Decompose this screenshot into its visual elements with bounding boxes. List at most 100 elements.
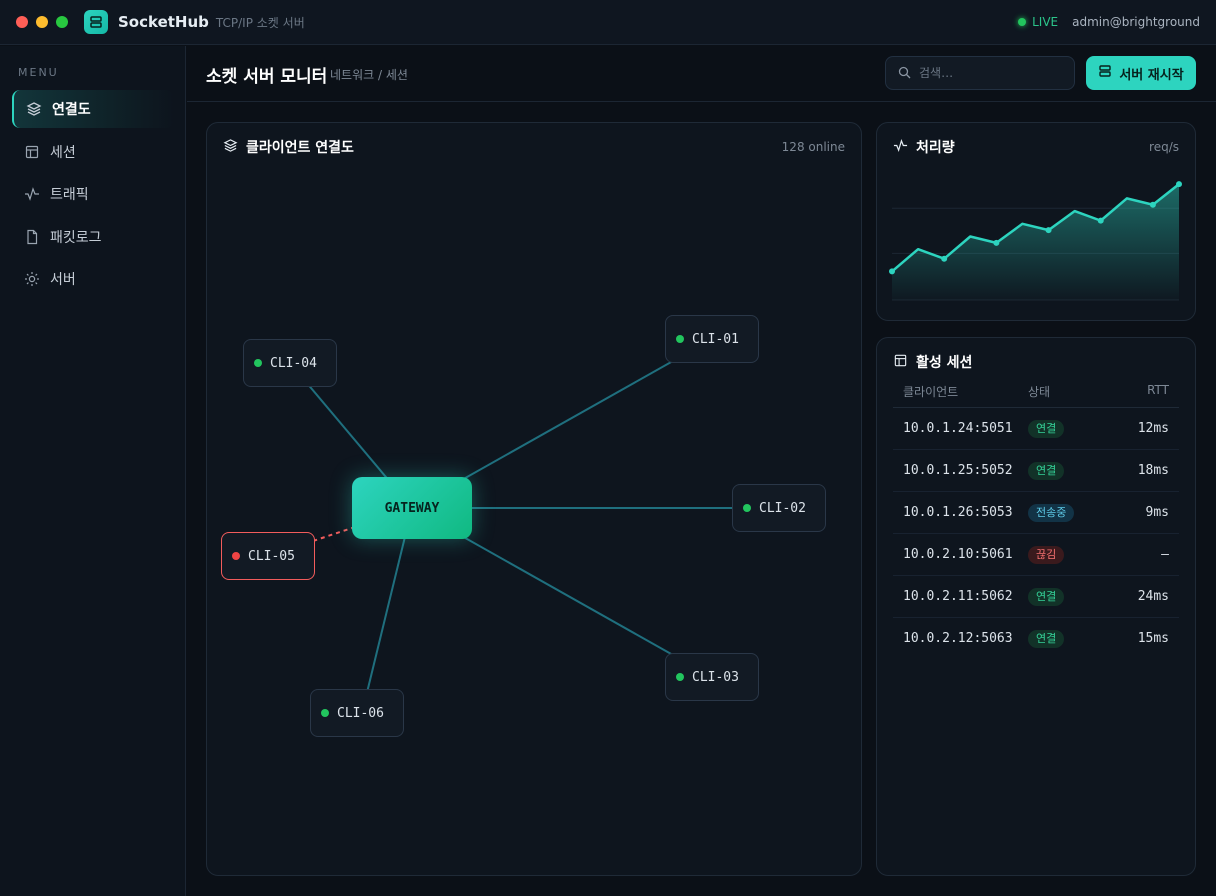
client-node-label: CLI-02 — [759, 500, 806, 516]
table-row[interactable]: 10.0.1.25:5052 연결 18ms — [893, 450, 1179, 492]
sidebar-item-packet-log[interactable]: 패킷로그 — [12, 218, 174, 256]
throughput-panel: 처리량 req/s — [876, 122, 1196, 321]
sessions-title-text: 활성 세션 — [916, 355, 973, 371]
status-badge: 끊김 — [1028, 546, 1065, 564]
table-row[interactable]: 10.0.2.11:5062 연결 24ms — [893, 576, 1179, 618]
session-address: 10.0.2.12:5063 — [903, 631, 1013, 646]
topology-panel: 클라이언트 연결도 128 online GATEWAY CLI-01 CLI-… — [206, 122, 862, 876]
session-rtt: — — [1161, 547, 1169, 562]
sidebar-item-server[interactable]: 서버 — [12, 260, 174, 298]
sidebar-item-label: 서버 — [50, 272, 76, 288]
close-window-button[interactable] — [16, 16, 28, 28]
active-sessions-panel: 활성 세션 클라이언트 상태 RTT 10.0.1.24:5051 연결 12ms 1… — [876, 337, 1196, 876]
sidebar-item-topology[interactable]: 연결도 — [12, 90, 174, 128]
status-dot-icon — [254, 359, 262, 367]
client-node[interactable]: CLI-03 — [665, 653, 759, 701]
status-badge: 전송중 — [1028, 504, 1075, 522]
throughput-point[interactable] — [993, 239, 1000, 246]
client-node[interactable]: CLI-06 — [310, 689, 404, 737]
throughput-chart — [889, 181, 1182, 301]
app-subtitle: TCP/IP 소켓 서버 — [215, 15, 305, 30]
status-dot-icon — [676, 335, 684, 343]
sessions-table-body: 10.0.1.24:5051 연결 12ms 10.0.1.25:5052 연결 18ms… — [893, 408, 1179, 660]
sessions-table-header: 클라이언트 상태 RTT — [893, 380, 1179, 408]
pulse-icon — [24, 186, 40, 202]
client-node-label: CLI-04 — [270, 355, 317, 371]
server-icon — [1098, 64, 1112, 82]
table-icon — [24, 144, 40, 160]
app-name: SocketHub — [118, 13, 209, 31]
breadcrumb[interactable]: 네트워크 / 세션 — [330, 66, 408, 83]
sidebar-item-traffic[interactable]: 트래픽 — [12, 175, 174, 213]
restart-server-button[interactable]: 서버 재시작 — [1086, 56, 1196, 90]
gateway-node[interactable]: GATEWAY — [352, 477, 472, 539]
table-row[interactable]: 10.0.1.26:5053 전송중 9ms — [893, 492, 1179, 534]
server-logo-icon — [84, 10, 108, 34]
status-badge: 연결 — [1028, 588, 1065, 606]
table-icon — [893, 353, 908, 372]
session-rtt: 24ms — [1137, 589, 1169, 604]
session-rtt: 15ms — [1137, 631, 1169, 646]
throughput-point[interactable] — [1045, 227, 1052, 234]
throughput-point[interactable] — [1176, 181, 1182, 188]
column-header-status[interactable]: 상태 — [1028, 383, 1050, 400]
search-input[interactable] — [919, 66, 1059, 80]
file-icon — [24, 229, 40, 245]
client-node[interactable]: CLI-02 — [732, 484, 826, 532]
table-row[interactable]: 10.0.1.24:5051 연결 12ms — [893, 408, 1179, 450]
restart-button-label: 서버 재시작 — [1119, 67, 1184, 83]
column-header-client[interactable]: 클라이언트 — [903, 383, 958, 400]
throughput-point[interactable] — [1149, 201, 1156, 208]
live-dot-icon — [1018, 18, 1027, 26]
session-rtt: 18ms — [1137, 463, 1169, 478]
menu-label: MENU — [18, 66, 59, 79]
sidebar-item-label: 세션 — [50, 144, 76, 161]
client-node-disconnected[interactable]: CLI-05 — [221, 532, 315, 580]
session-address: 10.0.1.26:5053 — [903, 505, 1013, 520]
sun-gear-icon — [24, 271, 40, 287]
sidebar: MENU 연결도 세션 트래픽 패킷로그 서버 — [0, 46, 186, 896]
search-box[interactable] — [885, 56, 1075, 90]
table-row[interactable]: 10.0.2.12:5063 연결 15ms — [893, 618, 1179, 660]
session-rtt: 12ms — [1137, 421, 1169, 436]
client-node-label: CLI-06 — [337, 705, 384, 721]
session-address: 10.0.1.25:5052 — [903, 463, 1013, 478]
status-badge: 연결 — [1028, 462, 1065, 480]
status-dot-icon — [321, 709, 329, 717]
layers-icon — [26, 101, 42, 117]
page-title: 소켓 서버 모니터 — [206, 67, 328, 87]
status-dot-icon — [232, 552, 240, 560]
sidebar-item-label: 연결도 — [52, 102, 91, 118]
client-node-label: CLI-01 — [692, 331, 739, 347]
sidebar-item-label: 패킷로그 — [50, 229, 102, 246]
window-titlebar: SocketHub TCP/IP 소켓 서버 LIVE admin@bright… — [0, 0, 1216, 45]
client-node-label: CLI-05 — [248, 548, 295, 564]
throughput-point[interactable] — [941, 255, 948, 262]
status-badge: 연결 — [1028, 420, 1065, 438]
window-controls — [16, 16, 68, 28]
page-header: 소켓 서버 모니터 네트워크 / 세션 서버 재시작 — [187, 46, 1216, 102]
table-row[interactable]: 10.0.2.10:5061 끊김 — — [893, 534, 1179, 576]
live-label: LIVE — [1032, 15, 1059, 29]
status-dot-icon — [676, 673, 684, 681]
status-dot-icon — [743, 504, 751, 512]
session-rtt: 9ms — [1145, 505, 1169, 520]
maximize-window-button[interactable] — [56, 16, 68, 28]
search-icon — [898, 64, 911, 83]
sidebar-item-label: 트래픽 — [50, 187, 89, 203]
sidebar-item-sessions[interactable]: 세션 — [12, 133, 174, 171]
status-badge: 연결 — [1028, 630, 1065, 648]
sidebar-nav: 연결도 세션 트래픽 패킷로그 서버 — [12, 90, 174, 303]
session-address: 10.0.2.11:5062 — [903, 589, 1013, 604]
session-address: 10.0.2.10:5061 — [903, 547, 1013, 562]
client-node[interactable]: CLI-04 — [243, 339, 337, 387]
client-node-label: CLI-03 — [692, 669, 739, 685]
minimize-window-button[interactable] — [36, 16, 48, 28]
column-header-rtt[interactable]: RTT — [1147, 383, 1169, 397]
throughput-point[interactable] — [1097, 217, 1104, 224]
live-indicator: LIVE — [1018, 15, 1058, 29]
sessions-panel-title: 활성 세션 — [893, 352, 972, 372]
throughput-point[interactable] — [889, 268, 895, 275]
client-node[interactable]: CLI-01 — [665, 315, 759, 363]
user-account[interactable]: admin@brightground — [1072, 15, 1200, 29]
